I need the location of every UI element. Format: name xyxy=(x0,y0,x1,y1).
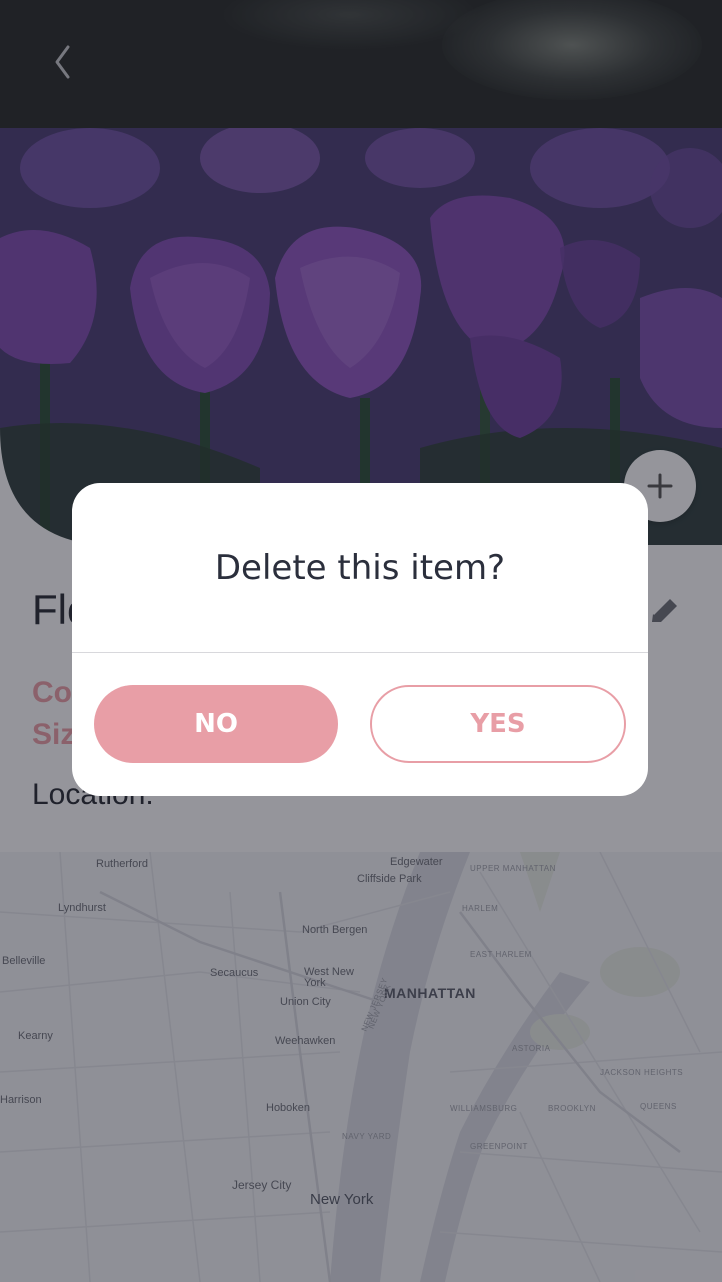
delete-confirm-dialog: Delete this item? NO YES xyxy=(72,483,648,796)
dialog-title: Delete this item? xyxy=(214,547,506,588)
dialog-divider xyxy=(72,652,648,653)
no-button[interactable]: NO xyxy=(94,685,338,763)
yes-button[interactable]: YES xyxy=(370,685,626,763)
